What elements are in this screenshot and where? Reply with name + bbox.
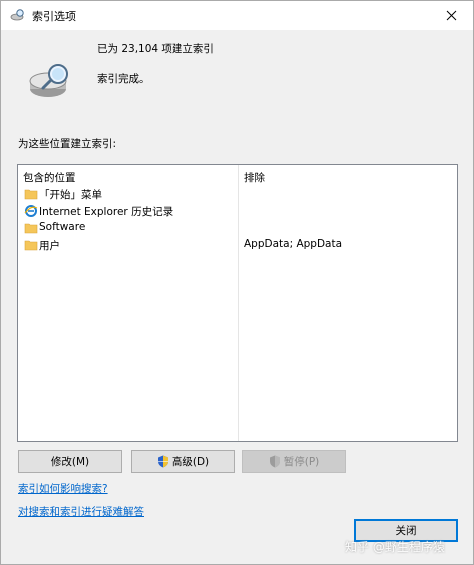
indexed-count-text: 已为 23,104 项建立索引 xyxy=(97,43,214,55)
column-header-included: 包含的位置 xyxy=(23,172,76,184)
folder-icon xyxy=(24,189,38,200)
location-name: 用户 xyxy=(39,240,60,252)
column-header-excluded: 排除 xyxy=(244,172,265,184)
list-item[interactable]: 「开始」菜单 xyxy=(20,186,456,203)
list-item[interactable]: Internet Explorer 历史记录 xyxy=(20,203,456,220)
indexing-drive-icon xyxy=(29,64,68,97)
close-window-button[interactable] xyxy=(429,1,473,30)
troubleshoot-search-link[interactable]: 对搜索和索引进行疑难解答 xyxy=(18,504,144,519)
location-name: 「开始」菜单 xyxy=(39,189,102,201)
indexing-status-text: 索引完成。 xyxy=(97,73,150,85)
uac-shield-icon xyxy=(269,455,280,468)
advanced-button[interactable]: 高级(D) xyxy=(131,450,235,473)
modify-button[interactable]: 修改(M) xyxy=(18,450,122,473)
indexing-options-window: 索引选项 已为 23,104 项建立索引 索引完成。 为这些位置建立索引: 包含… xyxy=(0,0,474,565)
locations-section-label: 为这些位置建立索引: xyxy=(18,138,117,150)
pause-button[interactable]: 暂停(P) xyxy=(242,450,346,473)
title-bar: 索引选项 xyxy=(1,1,473,30)
how-indexing-affects-search-link[interactable]: 索引如何影响搜索? xyxy=(18,481,108,496)
folder-icon xyxy=(24,223,38,234)
watermark-text: 知乎 @野生程序猿 xyxy=(345,540,445,554)
location-name: Internet Explorer 历史记录 xyxy=(39,206,174,218)
internet-explorer-icon xyxy=(24,205,38,217)
folder-icon xyxy=(24,240,38,251)
list-item[interactable]: 用户 AppData; AppData xyxy=(20,237,456,254)
indexed-locations-list[interactable]: 包含的位置 排除 「开始」菜单 Internet Explorer 历史记录 S… xyxy=(17,164,458,442)
close-button-label: 关闭 xyxy=(395,525,417,537)
indexing-options-icon xyxy=(10,9,24,21)
list-item[interactable]: Software xyxy=(20,220,456,237)
window-title: 索引选项 xyxy=(32,10,76,23)
advanced-button-label: 高级(D) xyxy=(171,456,210,468)
location-exclude: AppData; AppData xyxy=(244,238,343,250)
location-name: Software xyxy=(39,221,86,233)
pause-button-label: 暂停(P) xyxy=(283,456,320,468)
modify-button-label: 修改(M) xyxy=(50,456,90,468)
close-icon xyxy=(446,10,456,21)
uac-shield-icon xyxy=(157,455,168,468)
